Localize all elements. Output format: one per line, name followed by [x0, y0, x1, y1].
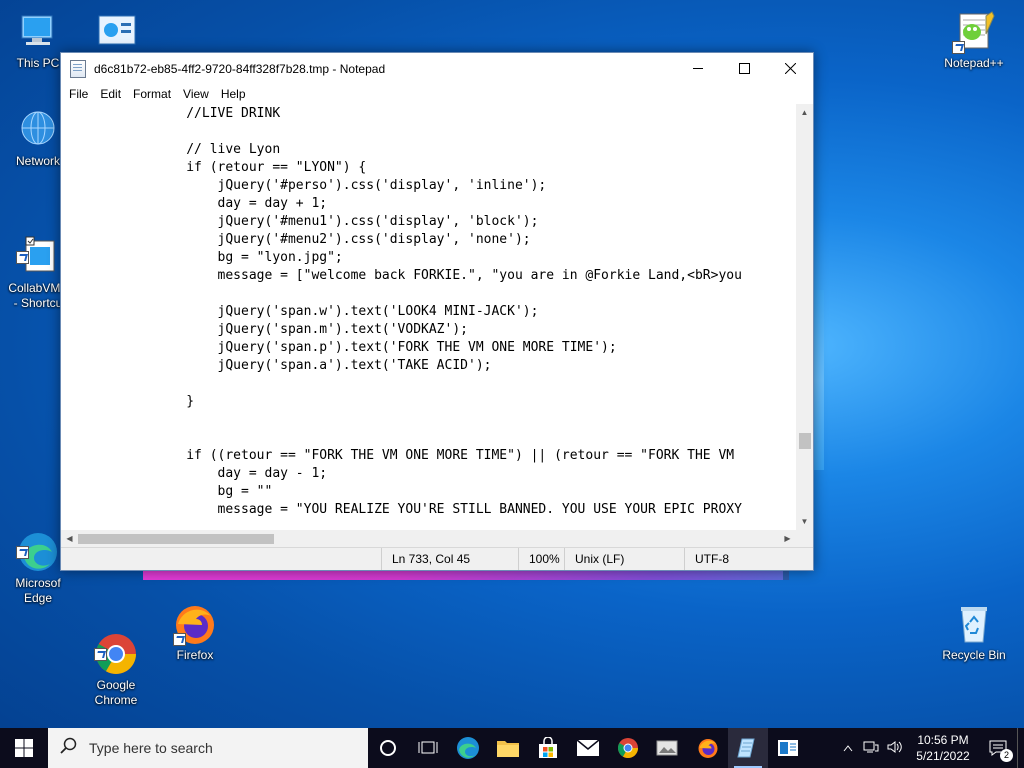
maximize-icon — [738, 63, 750, 74]
shortcut-arrow-icon — [952, 41, 965, 54]
task-view-button[interactable] — [408, 728, 448, 768]
vertical-scrollbar[interactable]: ▲ ▼ — [796, 104, 813, 530]
notepad-icon — [737, 738, 755, 758]
photos-icon — [656, 740, 678, 756]
windows-logo-icon — [15, 739, 33, 757]
show-hidden-icons-chevron-icon[interactable] — [837, 741, 859, 755]
shortcut-arrow-icon — [173, 633, 186, 646]
clock-time: 10:56 PM — [917, 733, 969, 747]
scroll-left-arrow-icon[interactable]: ◀ — [61, 530, 78, 547]
taskbar: Type here to search 10:56 PM 5/21/2022 2 — [0, 728, 1024, 768]
status-position: Ln 733, Col 45 — [381, 548, 518, 570]
menu-bar: File Edit Format View Help — [61, 84, 813, 104]
vertical-scroll-thumb[interactable] — [799, 433, 811, 449]
system-tray: 10:56 PM 5/21/2022 2 — [837, 728, 1024, 768]
maximize-button[interactable] — [721, 53, 767, 84]
volume-icon[interactable] — [883, 740, 907, 757]
chrome-icon — [618, 738, 638, 758]
clock[interactable]: 10:56 PM 5/21/2022 — [907, 732, 979, 764]
taskbar-store[interactable] — [528, 728, 568, 768]
desktop-icon-control-panel[interactable] — [79, 10, 155, 56]
desktop-icon-label: Notepad++ — [944, 56, 1004, 70]
clock-date: 5/21/2022 — [916, 749, 970, 763]
desktop-icon-label: Microsof Edge — [15, 576, 61, 605]
start-button[interactable] — [0, 728, 48, 768]
search-icon — [60, 737, 77, 759]
mail-icon — [576, 739, 600, 756]
text-editor[interactable]: //LIVE DRINK // live Lyon if (retour == … — [61, 104, 796, 530]
shortcut-arrow-icon — [16, 546, 29, 559]
taskbar-file-explorer[interactable] — [488, 728, 528, 768]
menu-file[interactable]: File — [63, 87, 94, 101]
firefox-icon — [698, 739, 718, 758]
close-icon — [784, 63, 796, 74]
task-view-icon — [418, 741, 438, 754]
search-box[interactable]: Type here to search — [48, 728, 368, 768]
edge-icon — [16, 515, 60, 571]
minimize-button[interactable] — [675, 53, 721, 84]
scroll-right-arrow-icon[interactable]: ▶ — [779, 530, 796, 547]
desktop-icon-notepadpp[interactable]: Notepad++ — [936, 10, 1012, 71]
notification-badge: 2 — [1000, 749, 1013, 762]
taskbar-edge[interactable] — [448, 728, 488, 768]
scrollbar-corner — [796, 530, 813, 547]
file-explorer-icon — [497, 741, 519, 757]
desktop-icon-recycle-bin[interactable]: Recycle Bin — [936, 602, 1012, 663]
taskbar-chrome[interactable] — [608, 728, 648, 768]
notepad-file-icon — [70, 59, 86, 78]
notepadpp-icon — [952, 10, 996, 54]
menu-view[interactable]: View — [177, 87, 215, 101]
action-center-button[interactable]: 2 — [979, 740, 1017, 762]
desktop-icon-label: This PC — [16, 56, 60, 70]
status-zoom: 100% — [518, 548, 564, 570]
firefox-icon — [173, 602, 217, 646]
desktop-icon-label: Recycle Bin — [942, 648, 1006, 662]
horizontal-scrollbar[interactable]: ◀ ▶ — [61, 530, 796, 547]
status-line-ending: Unix (LF) — [564, 548, 684, 570]
horizontal-scroll-thumb[interactable] — [78, 534, 274, 544]
desktop-icon-firefox[interactable]: Firefox — [157, 602, 233, 663]
desktop-icon-label: CollabVMF - Shortcu — [8, 281, 68, 310]
network-icon — [16, 108, 60, 152]
desktop-icon-label: Network — [15, 154, 60, 168]
status-bar: Ln 733, Col 45 100% Unix (LF) UTF-8 — [61, 547, 813, 570]
shortcut-arrow-icon — [94, 648, 107, 661]
search-placeholder: Type here to search — [89, 740, 213, 756]
app-icon — [778, 740, 798, 756]
recycle-bin-icon — [952, 602, 996, 646]
title-bar[interactable]: d6c81b72-eb85-4ff2-9720-84ff328f7b28.tmp… — [61, 53, 813, 84]
desktop-icon-chrome[interactable]: Google Chrome — [78, 602, 154, 708]
taskbar-notepad[interactable] — [728, 728, 768, 768]
computer-icon — [16, 10, 60, 54]
scroll-down-arrow-icon[interactable]: ▼ — [796, 513, 813, 530]
shortcut-arrow-icon — [16, 251, 29, 264]
taskbar-mail[interactable] — [568, 728, 608, 768]
menu-format[interactable]: Format — [127, 87, 177, 101]
desktop-icon-label: Google Chrome — [94, 678, 138, 707]
store-icon — [539, 737, 557, 758]
status-spacer — [61, 548, 381, 570]
scroll-up-arrow-icon[interactable]: ▲ — [796, 104, 813, 121]
menu-edit[interactable]: Edit — [94, 87, 127, 101]
cortana-icon — [380, 740, 396, 756]
minimize-icon — [692, 68, 703, 69]
close-button[interactable] — [767, 53, 813, 84]
chrome-icon — [94, 617, 138, 674]
network-tray-icon[interactable] — [859, 740, 883, 757]
control-panel-icon — [95, 10, 139, 54]
taskbar-photos[interactable] — [648, 728, 688, 768]
app-shortcut-icon — [16, 220, 60, 272]
show-desktop-button[interactable] — [1017, 728, 1024, 768]
taskbar-app[interactable] — [768, 728, 808, 768]
edge-icon — [457, 737, 479, 759]
desktop-icon-label: Firefox — [176, 648, 214, 662]
editor-content[interactable]: //LIVE DRINK // live Lyon if (retour == … — [61, 104, 796, 519]
cortana-button[interactable] — [368, 728, 408, 768]
menu-help[interactable]: Help — [215, 87, 252, 101]
status-encoding: UTF-8 — [684, 548, 813, 570]
notepad-window: d6c81b72-eb85-4ff2-9720-84ff328f7b28.tmp… — [60, 52, 814, 571]
window-title: d6c81b72-eb85-4ff2-9720-84ff328f7b28.tmp… — [94, 61, 386, 76]
taskbar-firefox[interactable] — [688, 728, 728, 768]
